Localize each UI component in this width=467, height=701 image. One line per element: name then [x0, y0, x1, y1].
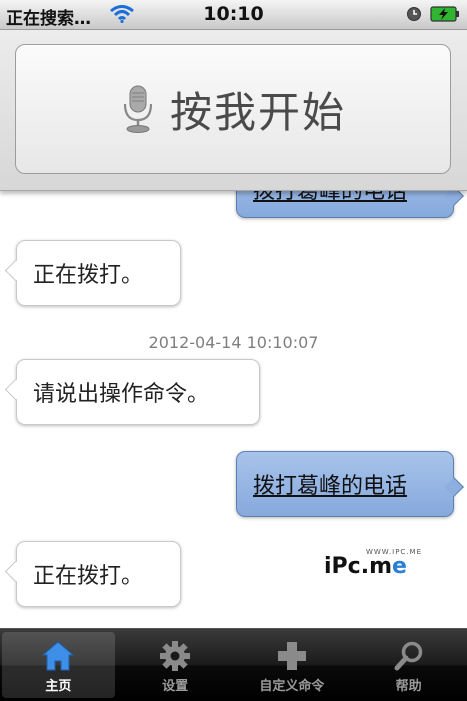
system-message-bubble: 正在拨打。 [16, 541, 181, 607]
system-message-bubble: 请说出操作命令。 [16, 359, 260, 425]
tab-settings[interactable]: 设置 [119, 632, 232, 698]
status-time: 10:10 [203, 3, 264, 25]
push-to-talk-button[interactable]: 按我开始 [15, 44, 451, 174]
message-timestamp: 2012-04-14 10:10:07 [148, 333, 319, 352]
tab-custom-commands[interactable]: 自定义命令 [236, 632, 349, 698]
magnifier-icon [393, 640, 425, 676]
battery-charging-icon [430, 6, 460, 26]
tab-home[interactable]: 主页 [2, 632, 115, 698]
system-message-text: 请说出操作命令。 [33, 382, 210, 407]
alarm-icon [406, 6, 422, 26]
tab-help-label: 帮助 [395, 679, 422, 694]
gear-icon [159, 640, 191, 676]
system-message-text: 正在拨打。 [33, 564, 144, 589]
plus-icon [276, 640, 308, 676]
push-to-talk-label: 按我开始 [169, 87, 346, 137]
system-message-bubble: 正在拨打。 [16, 240, 181, 306]
home-icon [41, 640, 75, 676]
watermark-text: iPc.me [324, 554, 407, 579]
system-message-text: 正在拨打。 [33, 263, 144, 288]
tab-home-label: 主页 [45, 679, 72, 694]
tab-settings-label: 设置 [162, 679, 189, 694]
tab-bar: 主页 设置 自定义命令 帮助 [0, 628, 467, 701]
status-bar: 正在搜索… 10:10 [0, 0, 467, 30]
watermark-logo: WWW.IPC.ME iPc.me [322, 548, 422, 580]
user-message-text: 拨打葛峰的电话 [253, 474, 408, 499]
microphone-icon [120, 84, 156, 138]
tab-custom-commands-label: 自定义命令 [259, 679, 325, 694]
voice-panel: 按我开始 [0, 30, 467, 191]
user-message-bubble[interactable]: 拨打葛峰的电话 [236, 451, 454, 517]
tab-help[interactable]: 帮助 [352, 632, 465, 698]
